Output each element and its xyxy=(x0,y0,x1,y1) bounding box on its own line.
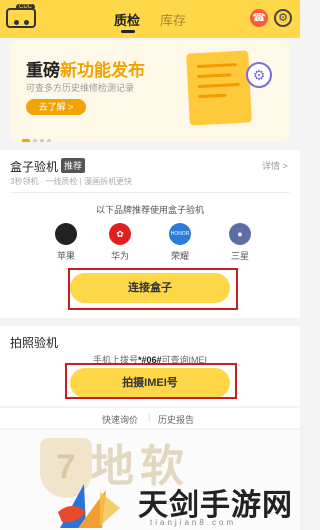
carousel-dots xyxy=(22,130,54,142)
tab-inventory[interactable]: 库存 xyxy=(160,10,186,29)
brand-label: 三星 xyxy=(230,251,249,261)
photo-inspection-title: 拍照验机 xyxy=(10,336,59,350)
site-logo-icon xyxy=(58,484,120,528)
promo-banner[interactable]: 重磅新功能发布 可查多方历史维修检测记录 去了解 > ⚙ xyxy=(10,40,290,142)
carousel-dot xyxy=(47,139,51,142)
highlight-frame xyxy=(65,363,237,399)
brand-label: 华为 xyxy=(110,251,129,261)
banner-title-main: 重磅 xyxy=(26,61,60,80)
carousel-dot xyxy=(40,139,44,142)
brand-honor: HONOR 荣耀 xyxy=(160,223,200,262)
brand-samsung: ● 三星 xyxy=(220,223,260,262)
doc-line xyxy=(197,73,232,79)
carousel-dot-active xyxy=(22,139,30,142)
huawei-icon: ✿ xyxy=(109,223,131,245)
gear-icon[interactable]: ⚙ xyxy=(274,9,292,27)
app-logo: CDC xyxy=(6,4,36,28)
logo-pill: CDC xyxy=(16,4,35,10)
box-inspection-title: 盒子验机 xyxy=(10,160,59,174)
highlight-frame xyxy=(68,268,238,310)
samsung-icon: ● xyxy=(229,223,251,245)
logo-eye-left xyxy=(14,20,19,25)
recommend-text: 以下品牌推荐使用盒子验机 xyxy=(95,205,204,215)
brand-label: 苹果 xyxy=(56,251,75,261)
watermark-area: 泽地软 7 天剑手游网 tianjian8.com xyxy=(0,430,300,530)
headset-icon[interactable]: ☎ xyxy=(250,9,268,27)
quick-price-link[interactable]: 快速询价 xyxy=(102,413,138,426)
apple-icon xyxy=(55,223,77,245)
brand-label: 荣耀 xyxy=(170,251,189,261)
carousel-dot xyxy=(33,139,37,142)
details-link[interactable]: 详情 > xyxy=(262,159,288,172)
brand-apple: 苹果 xyxy=(46,223,86,262)
bottom-links: 快速询价 | 历史报告 xyxy=(0,408,300,428)
link-separator: | xyxy=(148,412,151,422)
honor-icon: HONOR xyxy=(169,223,191,245)
banner-title: 重磅新功能发布 xyxy=(26,56,145,81)
app-header: CDC 质检 库存 ☎ ⚙ xyxy=(0,0,300,38)
doc-line xyxy=(198,93,227,99)
box-inspection-subtitle: 3秒领机 · 一线质检 | 漫画拆机更快 xyxy=(10,177,133,186)
banner-subtitle: 可查多方历史维修检测记录 xyxy=(26,83,135,93)
site-url: tianjian8.com xyxy=(150,518,237,527)
doc-line xyxy=(196,63,237,69)
tab-quality-check[interactable]: 质检 xyxy=(114,10,140,33)
document-illustration xyxy=(186,50,252,126)
logo-eye-right xyxy=(24,20,29,25)
settings-badge-icon: ⚙ xyxy=(246,62,272,88)
recommend-badge: 推荐 xyxy=(61,158,86,173)
history-report-link[interactable]: 历史报告 xyxy=(158,413,194,426)
banner-learn-more-button[interactable]: 去了解 > xyxy=(26,99,86,115)
banner-title-highlight: 新功能发布 xyxy=(60,61,145,80)
doc-line xyxy=(197,82,240,89)
brand-huawei: ✿ 华为 xyxy=(100,223,140,262)
